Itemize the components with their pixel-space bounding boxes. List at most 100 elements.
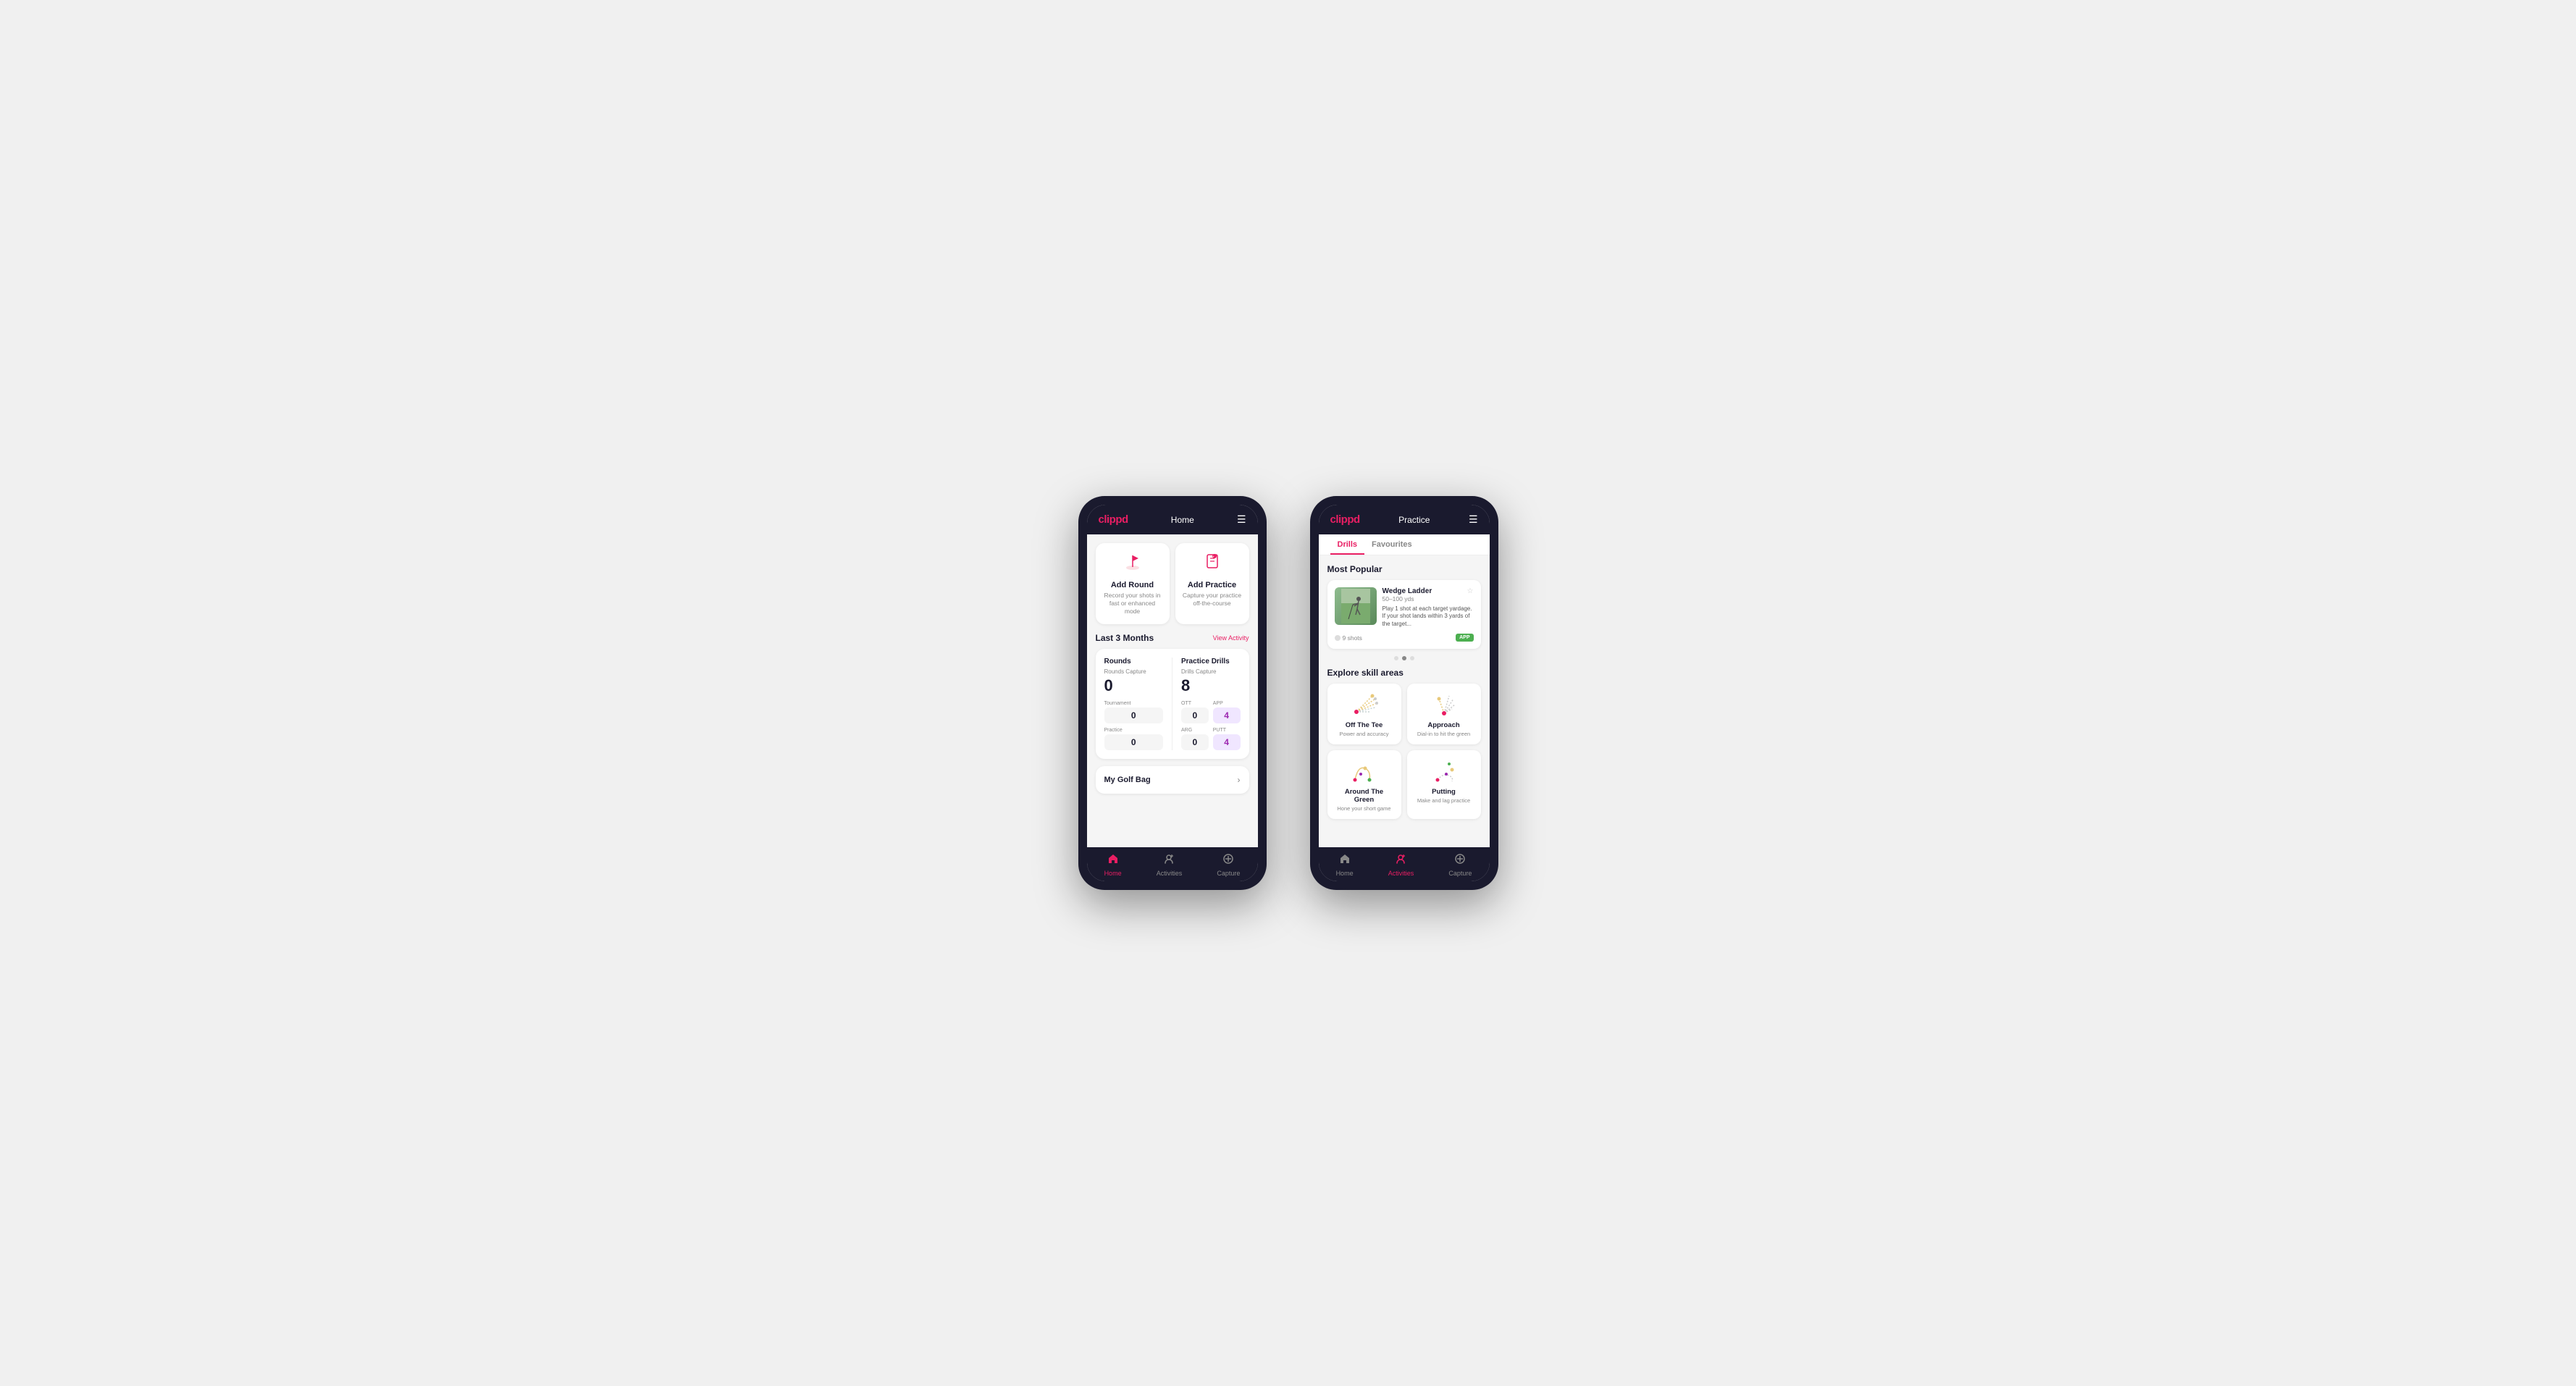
practice-bottom-nav: Home Activities <box>1319 847 1490 881</box>
add-round-subtitle: Record your shots in fast or enhanced mo… <box>1102 592 1164 616</box>
add-practice-title: Add Practice <box>1188 581 1236 589</box>
golf-bag-row[interactable]: My Golf Bag › <box>1096 766 1249 794</box>
add-practice-card[interactable]: + Add Practice Capture your practice off… <box>1175 543 1249 624</box>
popular-card-desc: Play 1 shot at each target yardage. If y… <box>1383 605 1474 628</box>
nav-activities-label-practice: Activities <box>1388 870 1414 877</box>
drills-col: Practice Drills Drills Capture 8 OTT 0 A… <box>1181 658 1241 750</box>
popular-info: Wedge Ladder 50–100 yds ☆ Play 1 shot at… <box>1383 587 1474 628</box>
practice-value: 0 <box>1104 734 1164 750</box>
nav-home-practice[interactable]: Home <box>1336 853 1354 877</box>
skill-around-green[interactable]: Around The Green Hone your short game <box>1327 750 1401 819</box>
home-content: Add Round Record your shots in fast or e… <box>1087 534 1258 847</box>
nav-activities-label: Activities <box>1157 870 1183 877</box>
rounds-value: 0 <box>1104 676 1164 695</box>
popular-card-title: Wedge Ladder <box>1383 587 1432 595</box>
ott-item: OTT 0 <box>1181 701 1209 723</box>
rounds-title: Rounds <box>1104 658 1164 665</box>
nav-home-label: Home <box>1104 870 1122 877</box>
home-bottom-nav: Home Activities <box>1087 847 1258 881</box>
shots-count: 9 shots <box>1343 634 1362 642</box>
shots-dot-icon <box>1335 635 1341 641</box>
practice-tabs: Drills Favourites <box>1319 534 1490 555</box>
header-title: Home <box>1171 515 1194 525</box>
skill-grid: Off The Tee Power and accuracy <box>1327 684 1481 819</box>
logo: clippd <box>1099 513 1128 526</box>
shots-info: 9 shots <box>1335 634 1362 642</box>
popular-section-header: Most Popular <box>1327 564 1481 574</box>
nav-capture[interactable]: Capture <box>1217 853 1240 877</box>
add-round-card[interactable]: Add Round Record your shots in fast or e… <box>1096 543 1170 624</box>
rounds-capture-label: Rounds Capture <box>1104 668 1164 675</box>
drills-title: Practice Drills <box>1181 658 1241 665</box>
tournament-value: 0 <box>1104 707 1164 723</box>
tournament-item: Tournament 0 <box>1104 701 1164 723</box>
view-activity-link[interactable]: View Activity <box>1213 634 1249 642</box>
add-round-icon <box>1123 552 1143 576</box>
practice-header-title: Practice <box>1398 515 1430 525</box>
phone-home: clippd Home ☰ Add Round <box>1078 496 1267 890</box>
putt-value: 4 <box>1213 734 1241 750</box>
nav-home-label-practice: Home <box>1336 870 1354 877</box>
home-icon-practice <box>1339 853 1351 868</box>
rounds-col: Rounds Rounds Capture 0 Tournament 0 Pra… <box>1104 658 1164 750</box>
nav-capture-label: Capture <box>1217 870 1240 877</box>
skill-off-the-tee[interactable]: Off The Tee Power and accuracy <box>1327 684 1401 744</box>
action-cards: Add Round Record your shots in fast or e… <box>1096 543 1249 624</box>
menu-icon[interactable]: ☰ <box>1237 513 1246 526</box>
arg-value: 0 <box>1181 734 1209 750</box>
skill-ott-subtitle: Power and accuracy <box>1340 731 1389 737</box>
nav-home[interactable]: Home <box>1104 853 1122 877</box>
home-header: clippd Home ☰ <box>1087 505 1258 534</box>
skill-arg-title: Around The Green <box>1335 788 1394 804</box>
nav-activities[interactable]: Activities <box>1157 853 1183 877</box>
practice-logo: clippd <box>1330 513 1360 526</box>
popular-thumb <box>1335 587 1377 625</box>
skill-putting[interactable]: Putting Make and lag practice <box>1407 750 1481 819</box>
nav-activities-practice[interactable]: Activities <box>1388 853 1414 877</box>
skill-approach-title: Approach <box>1427 721 1459 729</box>
popular-card-range: 50–100 yds <box>1383 595 1432 602</box>
star-icon[interactable]: ☆ <box>1467 587 1474 595</box>
practice-menu-icon[interactable]: ☰ <box>1469 513 1478 526</box>
skill-putting-subtitle: Make and lag practice <box>1417 797 1470 804</box>
tab-favourites[interactable]: Favourites <box>1364 534 1419 555</box>
drills-capture-label: Drills Capture <box>1181 668 1241 675</box>
practice-content: Most Popular <box>1319 555 1490 847</box>
practice-header: clippd Practice ☰ <box>1319 505 1490 534</box>
dot-3 <box>1410 656 1414 660</box>
nav-capture-practice[interactable]: Capture <box>1448 853 1472 877</box>
arg-item: ARG 0 <box>1181 728 1209 750</box>
popular-section-title: Most Popular <box>1327 564 1383 574</box>
skill-section-header: Explore skill areas <box>1327 668 1481 678</box>
app-value: 4 <box>1213 707 1241 723</box>
skill-putting-title: Putting <box>1432 788 1456 796</box>
capture-icon-practice <box>1454 853 1466 868</box>
popular-card[interactable]: Wedge Ladder 50–100 yds ☆ Play 1 shot at… <box>1327 580 1481 649</box>
drills-value: 8 <box>1181 676 1241 695</box>
stats-card: Rounds Rounds Capture 0 Tournament 0 Pra… <box>1096 649 1249 759</box>
off-tee-icon <box>1348 691 1380 717</box>
popular-footer: 9 shots APP <box>1335 634 1474 642</box>
activity-section-header: Last 3 Months View Activity <box>1096 633 1249 643</box>
home-icon <box>1107 853 1119 868</box>
activities-icon <box>1163 853 1175 868</box>
skill-section-title: Explore skill areas <box>1327 668 1404 678</box>
dot-1 <box>1394 656 1398 660</box>
activities-icon-practice <box>1395 853 1406 868</box>
add-practice-subtitle: Capture your practice off-the-course <box>1181 592 1243 608</box>
putt-item: PUTT 4 <box>1213 728 1241 750</box>
dots-pagination <box>1327 656 1481 660</box>
ott-value: 0 <box>1181 707 1209 723</box>
dot-2 <box>1402 656 1406 660</box>
capture-icon <box>1222 853 1234 868</box>
nav-capture-label-practice: Capture <box>1448 870 1472 877</box>
chevron-right-icon: › <box>1238 775 1241 785</box>
golf-bag-label: My Golf Bag <box>1104 776 1151 784</box>
putting-icon <box>1428 757 1460 784</box>
phone-practice: clippd Practice ☰ Drills Favourites Most… <box>1310 496 1498 890</box>
skill-ott-title: Off The Tee <box>1346 721 1383 729</box>
activity-section-title: Last 3 Months <box>1096 633 1154 643</box>
skill-approach[interactable]: Approach Dial-in to hit the green <box>1407 684 1481 744</box>
tab-drills[interactable]: Drills <box>1330 534 1365 555</box>
around-green-icon <box>1348 757 1380 784</box>
